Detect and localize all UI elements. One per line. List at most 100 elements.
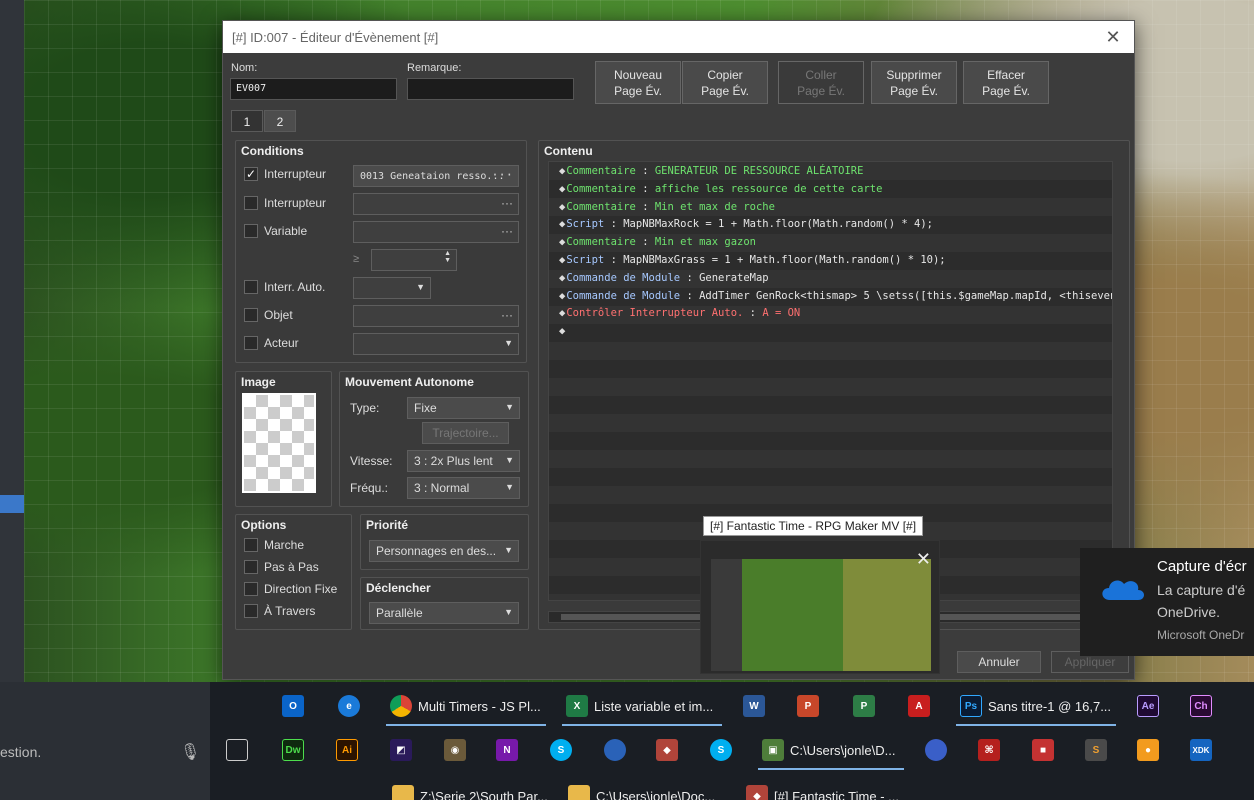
through-checkbox[interactable] <box>244 604 258 618</box>
taskbar-chrome-window[interactable]: Multi Timers - JS Pl... <box>390 688 541 724</box>
dir-fix-checkbox[interactable] <box>244 582 258 596</box>
dir-fix-row[interactable]: Direction Fixe <box>244 582 337 596</box>
switch1-row[interactable]: ✓ Interrupteur <box>244 167 326 181</box>
type-select[interactable]: Fixe ▼ <box>407 397 520 419</box>
rpgmaker-app[interactable]: ◆ <box>656 732 684 768</box>
command-row[interactable]: ◆ <box>549 322 1112 340</box>
taskbar-folder-window-2[interactable]: C:\Users\jonle\Doc... <box>568 778 715 800</box>
command-row[interactable]: ◆Commande de Module : AddTimer GenRock<t… <box>549 287 1112 305</box>
task-view-app[interactable] <box>226 732 254 768</box>
project-app[interactable]: P <box>853 688 881 724</box>
switch2-row[interactable]: Interrupteur <box>244 196 326 210</box>
command-row[interactable]: ◆Commentaire : Min et max de roche <box>549 198 1112 216</box>
command-row[interactable]: ◆Script : MapNBMaxRock = 1 + Math.floor(… <box>549 215 1112 233</box>
autonomous-movement-panel: Mouvement Autonome Type: Fixe ▼ Trajectoi… <box>339 371 529 507</box>
command-row[interactable]: ◆Script : MapNBMaxGrass = 1 + Math.floor… <box>549 251 1112 269</box>
tab-page-2[interactable]: 2 <box>264 110 296 132</box>
skype-icon: S <box>710 739 732 761</box>
search-box[interactable]: estion. 🎙 <box>0 682 210 800</box>
command-row[interactable]: ◆Commande de Module : GenerateMap <box>549 269 1112 287</box>
fl-studio-app[interactable]: ● <box>1137 732 1165 768</box>
variable-row[interactable]: Variable <box>244 224 307 238</box>
command-row[interactable]: ◆Commentaire : Min et max gazon <box>549 233 1112 251</box>
name-field[interactable]: EV007 <box>230 78 397 100</box>
through-row[interactable]: À Travers <box>244 604 315 618</box>
onedrive-toast[interactable]: Capture d'écr La capture d'é OneDrive. M… <box>1080 548 1254 656</box>
variable-select[interactable]: ··· <box>353 221 519 243</box>
onenote-app[interactable]: N <box>496 732 524 768</box>
microphone-icon[interactable]: 🎙 <box>180 742 200 762</box>
pdf-app[interactable]: ⌘ <box>978 732 1006 768</box>
walk-checkbox[interactable] <box>244 538 258 552</box>
item-checkbox[interactable] <box>244 308 258 322</box>
rpgmaker-icon: ◆ <box>746 785 768 800</box>
dreamweaver-app[interactable]: Dw <box>282 732 310 768</box>
dir-fix-label: Direction Fixe <box>264 582 338 596</box>
paste-page-button[interactable]: Coller Page Év. <box>778 61 864 104</box>
speed-select[interactable]: 3 : 2x Plus lent ▼ <box>407 450 520 472</box>
new-page-button[interactable]: Nouveau Page Év. <box>595 61 681 104</box>
variable-checkbox[interactable] <box>244 224 258 238</box>
freq-select[interactable]: 3 : Normal ▼ <box>407 477 520 499</box>
actor-select[interactable]: ▼ <box>353 333 519 355</box>
sublime-app[interactable]: S <box>1085 732 1113 768</box>
character-animator-app[interactable]: Ch <box>1190 688 1218 724</box>
image-preview[interactable] <box>242 393 316 493</box>
3d-app[interactable]: ■ <box>1032 732 1060 768</box>
command-row[interactable]: ◆Contrôler Interrupteur Auto. : A = ON <box>549 304 1112 322</box>
switch1-checkbox[interactable]: ✓ <box>244 167 258 181</box>
taskbar-item-label: C:\Users\jonle\D... <box>790 742 896 758</box>
after-effects-app[interactable]: Ae <box>1137 688 1165 724</box>
illustrator-app[interactable]: Ai <box>336 732 364 768</box>
taskbar-folder-window-1[interactable]: Z:\Serie 2\South Par... <box>392 778 548 800</box>
switch1-select[interactable]: 0013 Geneataion resso... ··· <box>353 165 519 187</box>
route-button[interactable]: Trajectoire... <box>422 422 509 444</box>
gimp-app[interactable]: ◉ <box>444 732 472 768</box>
self-switch-checkbox[interactable] <box>244 280 258 294</box>
variable-value-spinner[interactable]: ▲ ▼ <box>371 249 457 271</box>
globe-app[interactable] <box>925 732 953 768</box>
switch2-checkbox[interactable] <box>244 196 258 210</box>
copy-page-button[interactable]: Copier Page Év. <box>682 61 768 104</box>
trigger-select[interactable]: Parallèle ▼ <box>369 602 519 624</box>
skype-business-app[interactable]: S <box>710 732 738 768</box>
step-row[interactable]: Pas à Pas <box>244 560 319 574</box>
command-row[interactable]: ◆Commentaire : GENERATEUR DE RESSOURCE A… <box>549 162 1112 180</box>
switch2-select[interactable]: ··· <box>353 193 519 215</box>
outlook-icon: O <box>282 695 304 717</box>
window-preview[interactable]: ✕ <box>700 540 940 674</box>
taskbar-explorer-window[interactable]: ▣ C:\Users\jonle\D... <box>762 732 895 768</box>
skype-app[interactable]: S <box>550 732 578 768</box>
item-select[interactable]: ··· <box>353 305 519 327</box>
close-icon[interactable]: ✕ <box>916 549 931 570</box>
clear-page-button[interactable]: Effacer Page Év. <box>963 61 1049 104</box>
actor-checkbox[interactable] <box>244 336 258 350</box>
outlook-app[interactable]: O <box>282 688 310 724</box>
acrobat-app[interactable]: A <box>908 688 936 724</box>
tab-page-1[interactable]: 1 <box>231 110 263 132</box>
self-switch-select[interactable]: ▼ <box>353 277 431 299</box>
close-icon[interactable]: ✕ <box>1102 26 1124 48</box>
taskbar-photoshop-window[interactable]: Ps Sans titre-1 @ 16,7... <box>960 688 1111 724</box>
cancel-button[interactable]: Annuler <box>957 651 1041 673</box>
actor-row[interactable]: Acteur <box>244 336 299 350</box>
command-row[interactable]: ◆Commentaire : affiche les ressource de … <box>549 180 1112 198</box>
diamond-icon: ◆ <box>559 289 566 302</box>
taskbar-rpgmaker-window[interactable]: ◆ [#] Fantastic Time - ... <box>746 778 899 800</box>
google-earth-app[interactable] <box>604 732 632 768</box>
self-switch-row[interactable]: Interr. Auto. <box>244 280 325 294</box>
intel-xdk-app[interactable]: XDK <box>1190 732 1218 768</box>
word-app[interactable]: W <box>743 688 771 724</box>
premiere-app[interactable]: ◩ <box>390 732 418 768</box>
priority-select[interactable]: Personnages en des... ▼ <box>369 540 519 562</box>
walk-row[interactable]: Marche <box>244 538 304 552</box>
note-field[interactable] <box>407 78 574 100</box>
step-checkbox[interactable] <box>244 560 258 574</box>
item-row[interactable]: Objet <box>244 308 293 322</box>
edge-app[interactable]: e <box>338 688 366 724</box>
taskbar-excel-window[interactable]: X Liste variable et im... <box>566 688 713 724</box>
delete-page-button[interactable]: Supprimer Page Év. <box>871 61 957 104</box>
preview-thumbnail[interactable] <box>711 559 931 671</box>
gte-symbol: ≥ <box>353 253 360 265</box>
powerpoint-app[interactable]: P <box>797 688 825 724</box>
